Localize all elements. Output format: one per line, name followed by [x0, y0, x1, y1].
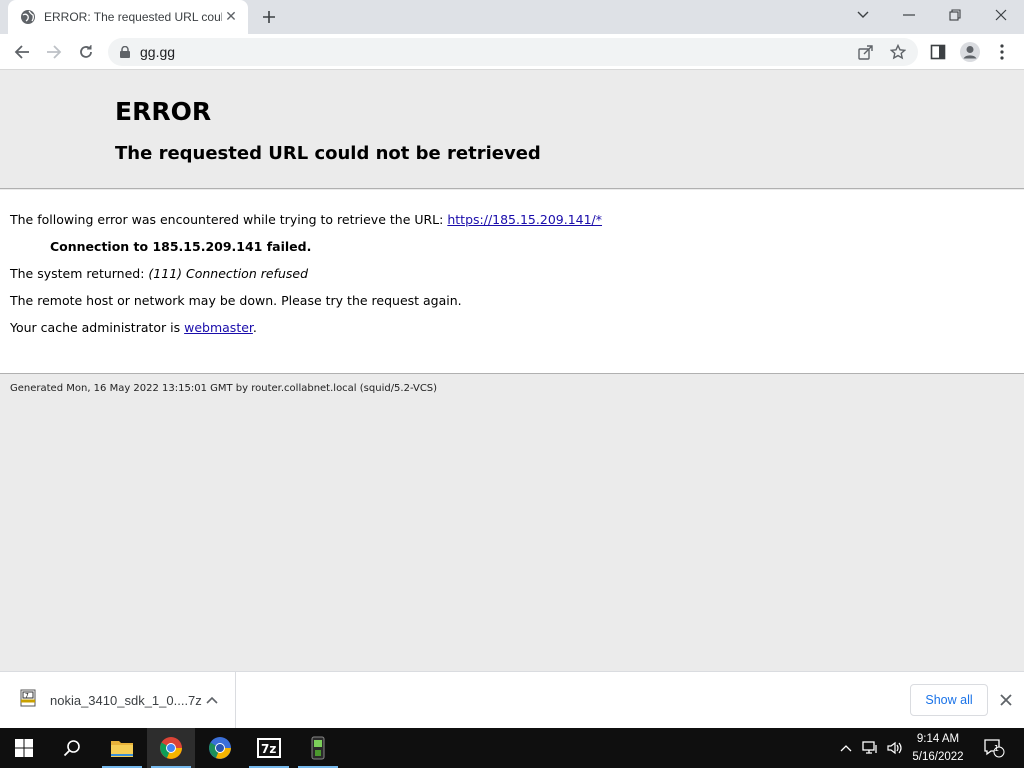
network-icon[interactable] [860, 728, 882, 768]
error-header: ERROR The requested URL could not be ret… [0, 71, 1024, 189]
cache-admin-prefix: Your cache administrator is [10, 320, 185, 335]
download-bar: 7 nokia_3410_sdk_1_0....7z Show all [0, 671, 1024, 728]
svg-text:7z: 7z [261, 742, 276, 756]
generated-footer: Generated Mon, 16 May 2022 13:15:01 GMT … [10, 383, 438, 394]
address-text: gg.gg [140, 44, 176, 60]
globe-icon [20, 9, 36, 25]
minimize-icon[interactable] [886, 0, 932, 30]
start-button[interactable] [0, 728, 48, 768]
browser-toolbar: gg.gg [0, 34, 1024, 70]
back-arrow-icon[interactable] [8, 38, 36, 66]
clock-time: 9:14 AM [916, 733, 960, 745]
tab-search-icon[interactable] [840, 0, 886, 30]
chrome-beta-icon[interactable] [196, 728, 244, 768]
lock-icon [120, 43, 130, 62]
chevron-up-icon[interactable] [204, 692, 220, 708]
chrome-icon[interactable] [147, 728, 195, 768]
remote-host-text: The remote host or network may be down. … [10, 293, 462, 308]
forward-arrow-icon[interactable] [40, 38, 68, 66]
system-error-text: (111) Connection refused [148, 266, 308, 281]
profile-icon[interactable] [956, 38, 984, 66]
error-url-prefix: The following error was encountered whil… [10, 212, 448, 227]
svg-text:7: 7 [25, 693, 29, 700]
show-hidden-icons-icon[interactable] [838, 728, 854, 768]
page-title: ERROR [115, 97, 212, 126]
archive-file-icon: 7 [20, 689, 36, 711]
browser-tab[interactable]: ERROR: The requested URL could not be re… [8, 0, 248, 34]
share-icon[interactable] [856, 42, 876, 62]
windows-taskbar: 7z 9:14 AM 5/16/2022 1 [0, 728, 1024, 768]
tab-strip: ERROR: The requested URL could not be re… [0, 0, 1024, 34]
webmaster-link[interactable]: webmaster [184, 320, 253, 335]
volume-icon[interactable] [884, 728, 906, 768]
cache-admin-line: Your cache administrator is webmaster. [10, 320, 257, 335]
address-bar[interactable]: gg.gg [108, 38, 918, 66]
error-url-link[interactable]: https://185.15.209.141/* [447, 212, 602, 227]
7zip-icon[interactable]: 7z [245, 728, 293, 768]
error-details: The following error was encountered whil… [0, 190, 1024, 374]
kebab-menu-icon[interactable] [988, 38, 1016, 66]
new-tab-button[interactable] [258, 6, 280, 28]
reload-icon[interactable] [72, 38, 100, 66]
notification-count: 1 [994, 744, 1000, 753]
error-url-line: The following error was encountered whil… [10, 212, 602, 227]
nokia-emulator-icon[interactable] [294, 728, 342, 768]
close-download-bar-icon[interactable] [996, 690, 1016, 710]
search-icon[interactable] [48, 728, 96, 768]
download-filename: nokia_3410_sdk_1_0....7z [50, 692, 202, 708]
connection-failed-text: Connection to 185.15.209.141 failed. [50, 239, 312, 254]
system-returned-line: The system returned: (111) Connection re… [10, 266, 308, 281]
restore-icon[interactable] [932, 0, 978, 30]
download-item[interactable]: 7 nokia_3410_sdk_1_0....7z [0, 672, 236, 728]
page-content: ERROR The requested URL could not be ret… [0, 71, 1024, 671]
system-clock[interactable]: 9:14 AM 5/16/2022 [908, 730, 968, 766]
cache-admin-suffix: . [252, 320, 257, 335]
close-window-icon[interactable] [978, 0, 1024, 30]
show-all-button[interactable]: Show all [910, 684, 988, 716]
notification-center-icon[interactable]: 1 [980, 728, 1008, 768]
tab-title: ERROR: The requested URL could not be re… [44, 10, 222, 24]
tab-close-icon[interactable]: ✕ [222, 8, 240, 26]
clock-date: 5/16/2022 [912, 751, 964, 763]
page-subtitle: The requested URL could not be retrieved [115, 143, 541, 164]
file-explorer-icon[interactable] [98, 728, 146, 768]
star-icon[interactable] [888, 42, 908, 62]
system-returned-prefix: The system returned: [10, 266, 149, 281]
side-panel-icon[interactable] [924, 38, 952, 66]
